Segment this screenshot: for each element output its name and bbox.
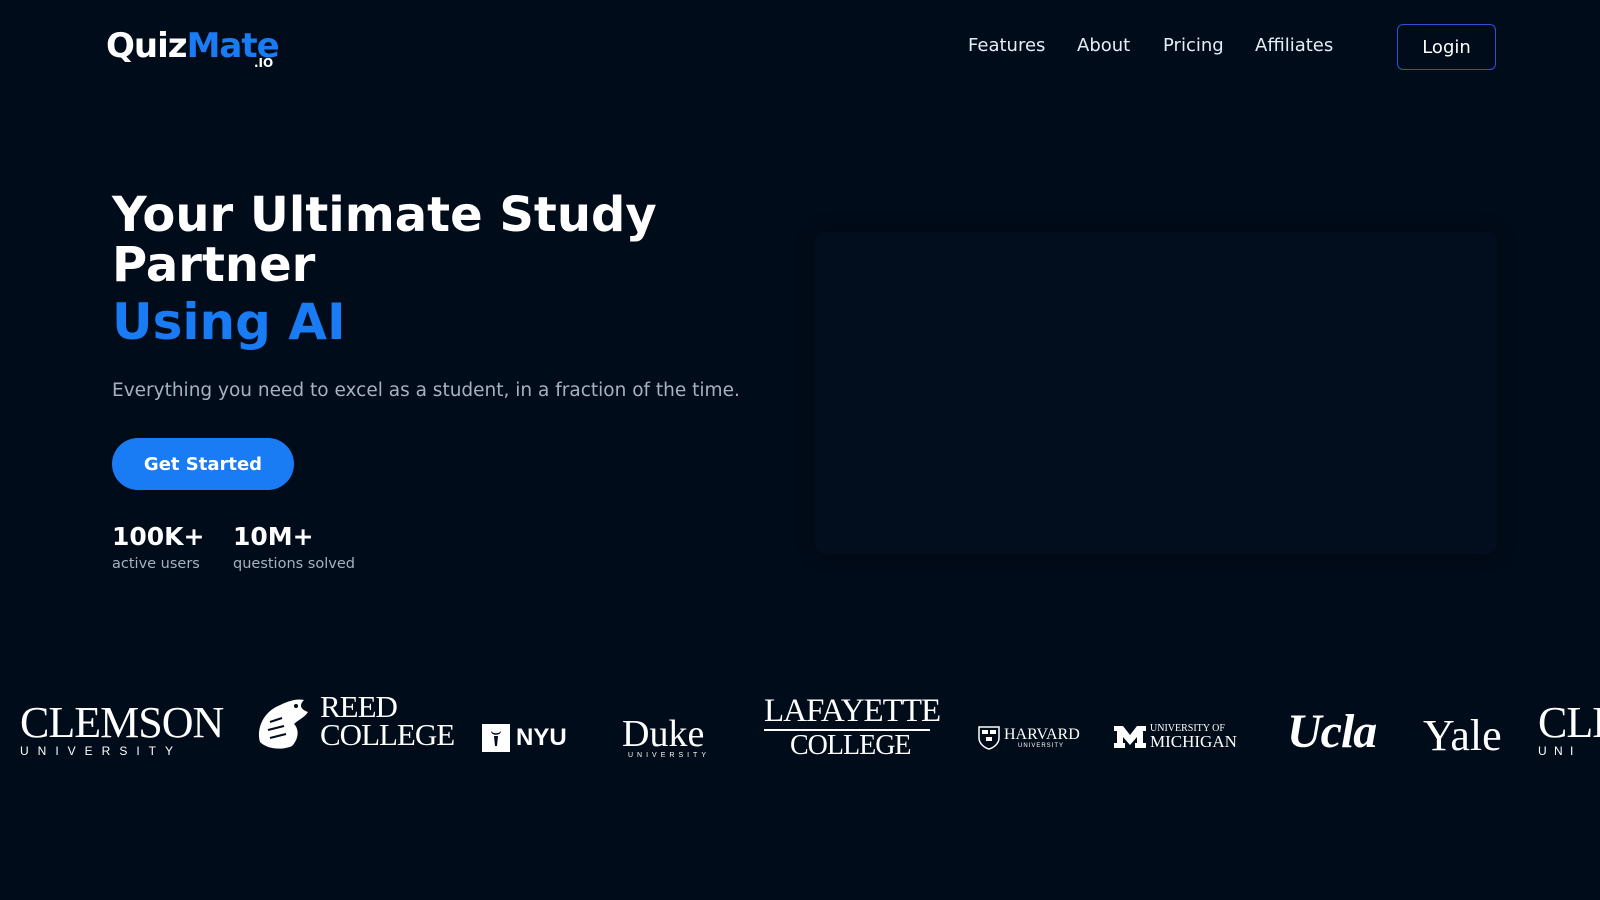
stat-questions-solved: 10M+ questions solved <box>233 522 355 572</box>
duke-name: Duke <box>622 713 705 755</box>
harvard-shield-icon <box>978 726 1000 750</box>
stat-value: 100K+ <box>112 522 205 551</box>
ucla-logo: Ucla <box>1287 705 1377 758</box>
harvard-sub: UNIVERSITY <box>1018 743 1065 749</box>
nav-pricing-link[interactable]: Pricing <box>1163 35 1224 56</box>
login-button[interactable]: Login <box>1397 24 1496 70</box>
hero-title: Your Ultimate Study Partner <box>112 187 657 293</box>
nav-affiliates-link[interactable]: Affiliates <box>1255 35 1333 56</box>
hero-media-panel <box>815 232 1497 554</box>
lafayette-line1: LAFAYETTE <box>764 693 941 729</box>
michigan-block-m-icon <box>1114 726 1146 748</box>
stat-value: 10M+ <box>233 522 314 551</box>
logo-wordmark: QuizMate <box>106 26 280 66</box>
lafayette-line2: COLLEGE <box>790 730 912 761</box>
clemson-repeat-name: CLE <box>1538 698 1600 747</box>
university-logo-strip: CLEMSON UNIVERSITY REED COLLEGE NYU Duke… <box>0 691 1600 780</box>
nav-about-link[interactable]: About <box>1077 35 1130 56</box>
landing-page: QuizMate .IO Features About Pricing Affi… <box>0 0 1600 900</box>
lafayette-college-logo: LAFAYETTE COLLEGE <box>764 693 941 761</box>
get-started-button[interactable]: Get Started <box>112 438 294 490</box>
reed-line2: COLLEGE <box>320 717 455 752</box>
clemson-logo-repeat: CLE U N I <box>1538 698 1600 759</box>
clemson-name: CLEMSON <box>20 698 224 747</box>
logo-io-suffix: .IO <box>254 56 274 70</box>
stat-label: active users <box>112 556 200 572</box>
stat-active-users: 100K+ active users <box>112 522 205 572</box>
logo-quiz-text: Quiz <box>106 26 188 66</box>
yale-logo: Yale <box>1423 711 1502 760</box>
hero-subtitle: Everything you need to excel as a studen… <box>112 380 740 401</box>
harvard-name: HARVARD <box>1004 726 1080 743</box>
duke-logo: Duke UNIVERSITY <box>622 713 711 759</box>
nyu-name: NYU <box>516 724 567 751</box>
nav-features-link[interactable]: Features <box>968 35 1045 56</box>
clemson-logo: CLEMSON UNIVERSITY <box>20 698 224 759</box>
nyu-torch-icon <box>482 724 510 752</box>
hero-accent-title: Using AI <box>112 293 346 351</box>
reed-griffin-icon <box>258 699 308 749</box>
quizmate-logo[interactable]: QuizMate .IO <box>106 26 280 70</box>
stat-label: questions solved <box>233 556 355 572</box>
michigan-line2: MICHIGAN <box>1150 732 1237 751</box>
duke-sub: UNIVERSITY <box>628 752 711 759</box>
